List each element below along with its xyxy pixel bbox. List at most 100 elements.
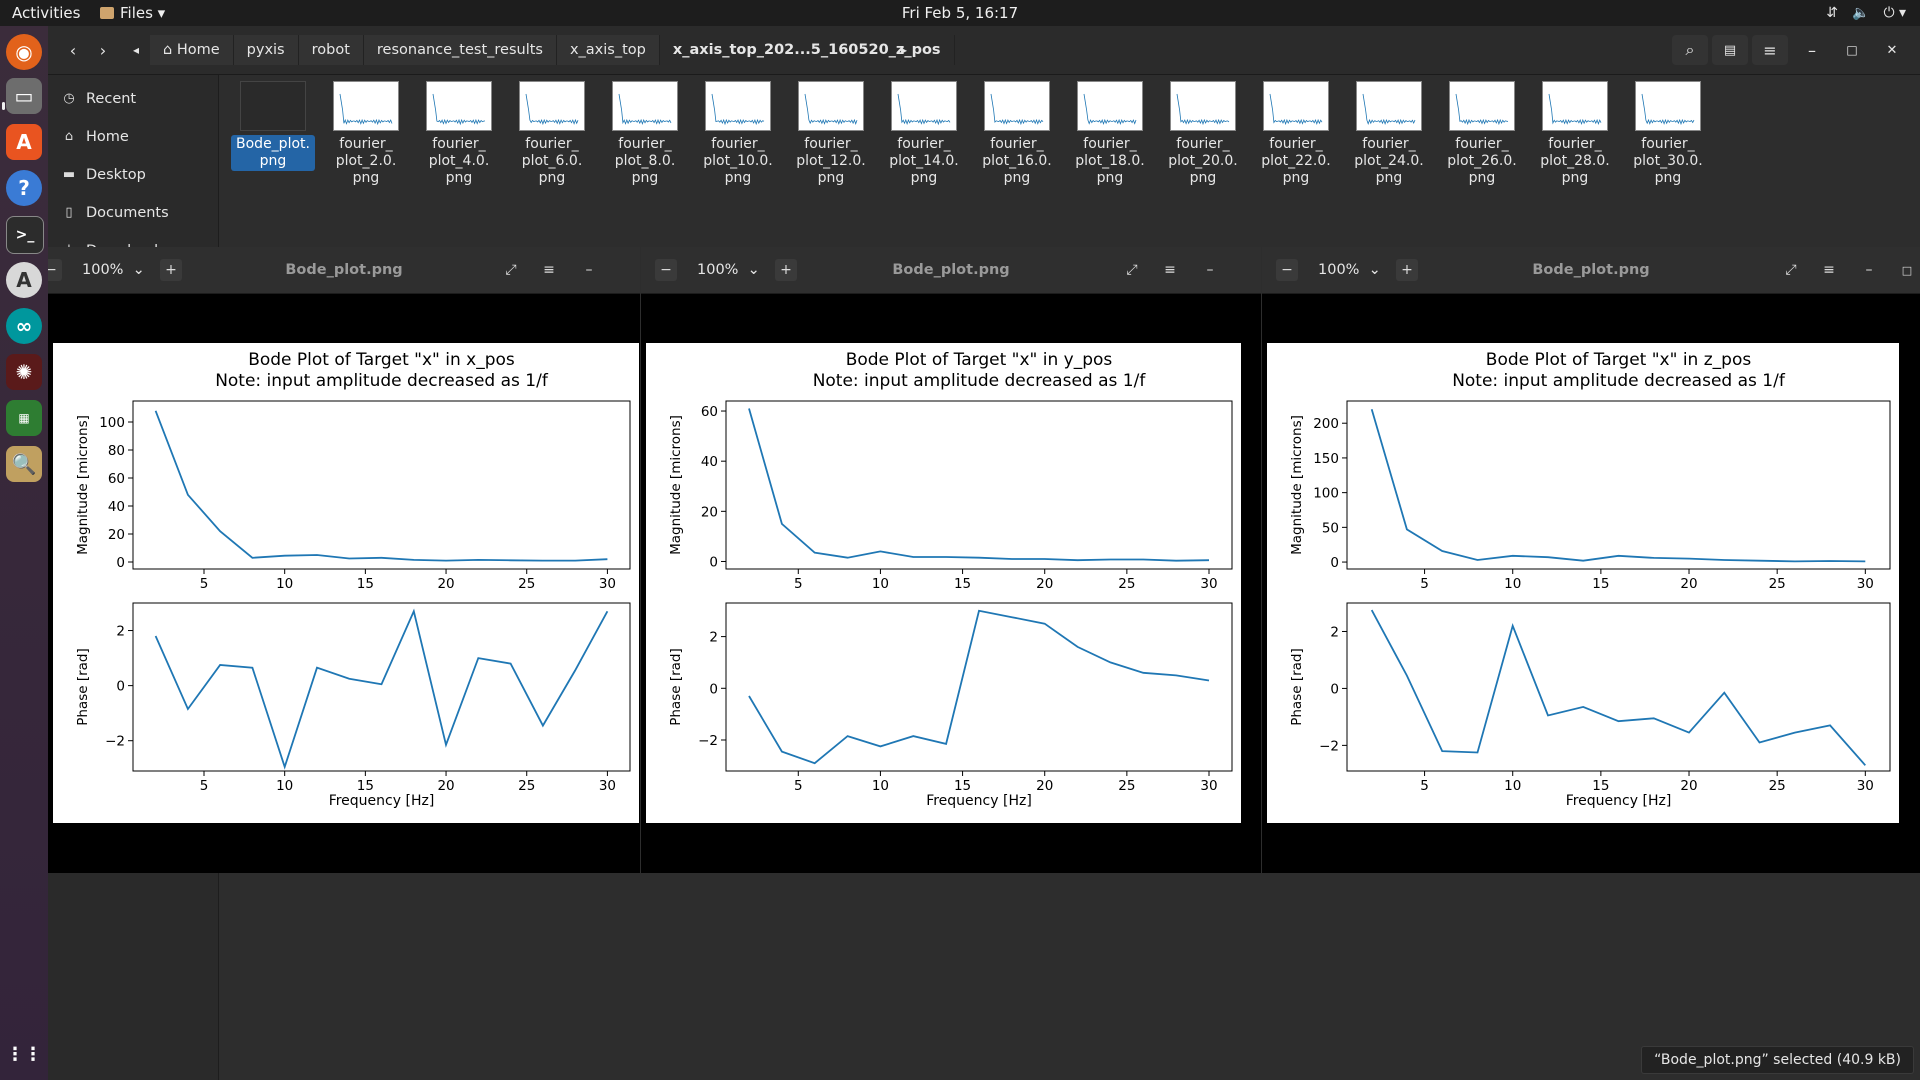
breadcrumb-item[interactable]: robot <box>298 35 364 65</box>
breadcrumb-item[interactable]: x_axis_top <box>556 35 660 65</box>
magnitude-axes <box>1346 400 1891 570</box>
file-item[interactable]: fourier_ plot_2.0. png <box>324 81 408 188</box>
close-icon[interactable]: ✕ <box>1880 35 1904 65</box>
zoom-out-icon[interactable]: − <box>655 259 677 281</box>
file-name: Bode_plot. png <box>231 135 315 171</box>
show-apps-icon[interactable]: ⋮⋮ <box>6 1036 42 1072</box>
file-item[interactable]: fourier_ plot_12.0. png <box>789 81 873 188</box>
terminal-icon[interactable]: >_ <box>6 216 44 254</box>
zoom-level[interactable]: 100% ⌄ <box>82 259 145 281</box>
fullscreen-icon[interactable]: ⤢ <box>500 259 522 281</box>
search-icon[interactable]: ⌕ <box>1672 35 1708 65</box>
thumbnail-line <box>525 93 579 126</box>
clock[interactable]: Fri Feb 5, 16:17 <box>0 0 1920 26</box>
fullscreen-icon[interactable]: ⤢ <box>1121 259 1143 281</box>
updater-icon[interactable]: A <box>6 262 42 298</box>
menu-icon[interactable]: ≡ <box>1818 259 1840 281</box>
help-icon[interactable]: ? <box>6 170 42 206</box>
scroll-left-icon[interactable]: ◂ <box>126 35 146 65</box>
breadcrumb-item[interactable]: Home <box>150 35 234 65</box>
y-tick-label: 50 <box>1322 520 1339 536</box>
file-item[interactable]: fourier_ plot_30.0. png <box>1626 81 1710 188</box>
board-icon[interactable]: ▦ <box>6 400 42 436</box>
minimize-icon[interactable]: – <box>1800 35 1824 65</box>
breadcrumb-item[interactable]: resonance_test_results <box>363 35 557 65</box>
zoom-out-icon[interactable]: − <box>48 259 62 281</box>
thumbnail-line <box>1455 93 1509 126</box>
file-item[interactable]: fourier_ plot_28.0. png <box>1533 81 1617 188</box>
sidebar-item-label: Home <box>86 129 129 145</box>
top-bar: Activities Files ▾ Fri Feb 5, 16:17 ⇵ 🔈 … <box>0 0 1920 26</box>
sidebar-item-desktop[interactable]: ▬ Desktop <box>48 156 218 194</box>
menu-icon[interactable]: ≡ <box>538 259 560 281</box>
file-item[interactable]: fourier_ plot_18.0. png <box>1068 81 1152 188</box>
file-item[interactable]: fourier_ plot_4.0. png <box>417 81 501 188</box>
magnitude-series-line <box>748 408 1210 562</box>
file-item[interactable]: fourier_ plot_10.0. png <box>696 81 780 188</box>
files-icon[interactable]: ▭ <box>6 78 42 114</box>
file-item[interactable]: fourier_ plot_24.0. png <box>1347 81 1431 188</box>
bode-chart: Bode Plot of Target "x" in y_posNote: in… <box>668 350 1233 809</box>
zoom-level[interactable]: 100% ⌄ <box>1318 259 1381 281</box>
x-tick-label: 20 <box>437 576 454 592</box>
viewer-toolbar: − 100% ⌄ + Bode_plot.png ⤢ ≡ – □ <box>1262 247 1920 294</box>
x-tick-label: 10 <box>1504 576 1521 592</box>
menu-icon[interactable]: ≡ <box>1752 35 1788 65</box>
sidebar-item-label: Desktop <box>86 167 146 183</box>
view-toggle-icon[interactable]: ▤ <box>1712 35 1748 65</box>
y-axis-label: Magnitude [microns] <box>668 415 684 555</box>
file-name: fourier_ plot_14.0. png <box>889 136 959 186</box>
network-icon[interactable]: ⇵ <box>1826 0 1838 26</box>
forward-icon[interactable]: › <box>90 35 116 65</box>
file-item[interactable]: fourier_ plot_16.0. png <box>975 81 1059 188</box>
file-item[interactable]: fourier_ plot_8.0. png <box>603 81 687 188</box>
settings-wheel-icon[interactable]: ✺ <box>6 354 42 390</box>
sidebar-item-documents[interactable]: ▯ Documents <box>48 194 218 232</box>
x-tick-label: 30 <box>1857 778 1874 794</box>
file-item[interactable]: fourier_ plot_22.0. png <box>1254 81 1338 188</box>
x-tick-label: 5 <box>1420 778 1429 794</box>
maximize-icon[interactable]: □ <box>1896 259 1918 281</box>
zoom-value: 100% <box>1318 262 1360 278</box>
volume-icon[interactable]: 🔈 <box>1852 0 1869 26</box>
activities-button[interactable]: Activities <box>12 0 80 26</box>
software-center-icon[interactable]: A <box>6 124 42 160</box>
minimize-icon[interactable]: – <box>1199 259 1221 281</box>
files-app-icon <box>100 7 114 19</box>
zoom-level[interactable]: 100% ⌄ <box>697 259 760 281</box>
x-tick-label: 20 <box>1036 576 1053 592</box>
file-name: fourier_ plot_18.0. png <box>1075 136 1145 186</box>
system-tray[interactable]: ⇵ 🔈 ⏻ ▾ <box>1826 0 1906 26</box>
app-menu[interactable]: Files ▾ <box>100 0 165 26</box>
zoom-in-icon[interactable]: + <box>775 259 797 281</box>
power-icon[interactable]: ⏻ ▾ <box>1883 0 1906 26</box>
zoom-in-icon[interactable]: + <box>1396 259 1418 281</box>
firefox-icon[interactable]: ◉ <box>6 34 42 70</box>
file-item[interactable]: fourier_ plot_14.0. png <box>882 81 966 188</box>
file-item[interactable]: Bode_plot. png <box>231 81 315 171</box>
file-item[interactable]: fourier_ plot_20.0. png <box>1161 81 1245 188</box>
arduino-icon[interactable]: ∞ <box>6 308 42 344</box>
file-item[interactable]: fourier_ plot_6.0. png <box>510 81 594 188</box>
minimize-icon[interactable]: – <box>578 259 600 281</box>
image-viewer-icon[interactable]: 🔍 <box>6 446 42 482</box>
y-tick-label: 20 <box>701 504 718 520</box>
zoom-in-icon[interactable]: + <box>160 259 182 281</box>
x-tick-label: 5 <box>200 778 209 794</box>
menu-icon[interactable]: ≡ <box>1159 259 1181 281</box>
magnitude-axes <box>132 400 631 570</box>
file-icon-view: Bode_plot. png fourier_ plot_2.0. png four… <box>219 75 1919 275</box>
back-icon[interactable]: ‹ <box>60 35 86 65</box>
minimize-icon[interactable]: – <box>1858 259 1880 281</box>
zoom-value: 100% <box>697 262 739 278</box>
breadcrumb-item[interactable]: pyxis <box>233 35 299 65</box>
fullscreen-icon[interactable]: ⤢ <box>1780 259 1802 281</box>
y-tick-label: 40 <box>701 454 718 470</box>
sidebar-item-home[interactable]: ⌂ Home <box>48 118 218 156</box>
zoom-out-icon[interactable]: − <box>1276 259 1298 281</box>
scroll-right-icon[interactable]: ▸ <box>894 35 914 65</box>
maximize-icon[interactable]: □ <box>1840 35 1864 65</box>
file-item[interactable]: fourier_ plot_26.0. png <box>1440 81 1524 188</box>
sidebar-item-recent[interactable]: ◷ Recent <box>48 80 218 118</box>
y-axis-label: Phase [rad] <box>1289 648 1305 726</box>
